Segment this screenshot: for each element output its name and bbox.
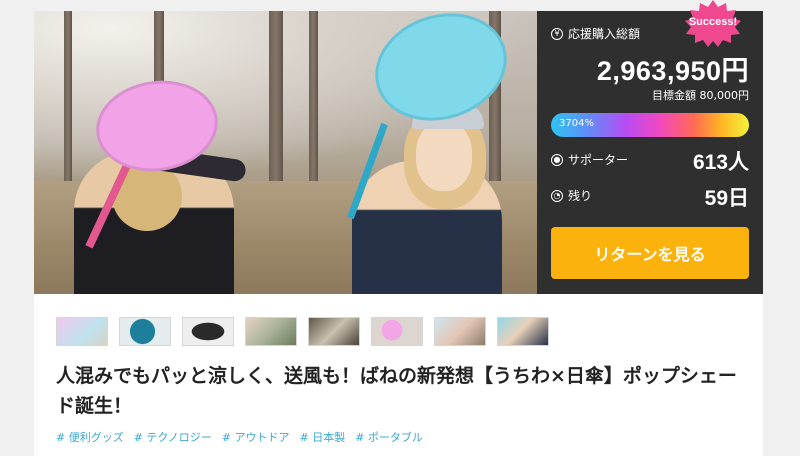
project-card: ¥ 応援購入総額 2,963,950円 目標金額 80,000円 3704% ●… <box>34 11 763 456</box>
thumbnail-1[interactable] <box>56 317 108 346</box>
view-returns-button[interactable]: リターンを見る <box>551 227 749 279</box>
thumbnail-2[interactable] <box>119 317 171 346</box>
success-badge-text: Success! <box>688 16 738 28</box>
success-badge: Success! <box>683 0 743 50</box>
thumbnail-5[interactable] <box>308 317 360 346</box>
supporters-count: 613人 <box>692 151 749 174</box>
thumbnail-7[interactable] <box>434 317 486 346</box>
thumbnail-3[interactable] <box>182 317 234 346</box>
image-face-right <box>416 121 472 191</box>
user-icon: ● <box>551 153 563 166</box>
tag-link[interactable]: # 便利グッズ <box>56 429 124 445</box>
supporters-row: ● サポーター <box>551 151 628 168</box>
goal-amount: 目標金額 80,000円 <box>652 89 749 102</box>
tag-link[interactable]: # テクノロジー <box>134 429 212 445</box>
total-label-row: ¥ 応援購入総額 <box>551 25 640 42</box>
remaining-label: 残り <box>568 189 593 203</box>
funding-stats-panel: ¥ 応援購入総額 2,963,950円 目標金額 80,000円 3704% ●… <box>537 11 763 294</box>
remaining-days: 59日 <box>704 187 749 210</box>
remaining-row: ◔ 残り <box>551 187 592 204</box>
total-amount: 2,963,950円 <box>596 56 749 86</box>
thumbnail-8[interactable] <box>497 317 549 346</box>
tag-link[interactable]: # 日本製 <box>300 429 346 445</box>
thumbnail-4[interactable] <box>245 317 297 346</box>
supporters-label: サポーター <box>568 153 629 167</box>
progress-bar: 3704% <box>551 113 749 137</box>
main-project-image[interactable] <box>34 11 537 294</box>
clock-icon: ◔ <box>551 189 563 202</box>
thumbnail-6[interactable] <box>371 317 423 346</box>
total-label: 応援購入総額 <box>568 27 641 41</box>
progress-percent: 3704% <box>559 118 594 129</box>
tag-list: # 便利グッズ # テクノロジー # アウトドア # 日本製 # ポータブル <box>56 429 423 445</box>
tag-link[interactable]: # ポータブル <box>355 429 423 445</box>
yen-icon: ¥ <box>551 27 563 40</box>
project-title: 人混みでもパッと涼しく、送風も！ばねの新発想【うちわ×日傘】ポップシェード誕生！ <box>56 365 737 417</box>
tag-link[interactable]: # アウトドア <box>222 429 290 445</box>
